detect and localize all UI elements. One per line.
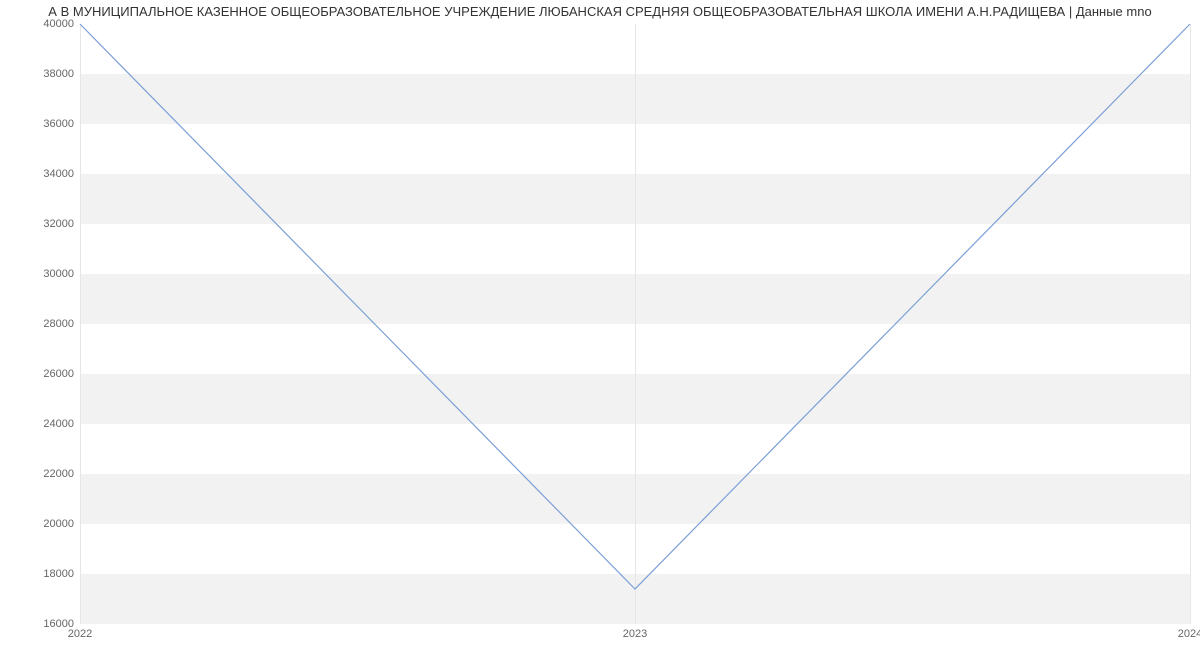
y-tick-label: 22000 bbox=[14, 468, 74, 480]
x-tick-label: 2022 bbox=[68, 628, 92, 640]
y-tick-label: 36000 bbox=[14, 118, 74, 130]
y-tick-label: 20000 bbox=[14, 518, 74, 530]
y-tick-label: 38000 bbox=[14, 68, 74, 80]
x-tick-label: 2023 bbox=[623, 628, 647, 640]
y-tick-label: 32000 bbox=[14, 218, 74, 230]
data-line bbox=[80, 24, 1190, 589]
y-tick-label: 34000 bbox=[14, 168, 74, 180]
grid-vline bbox=[1190, 24, 1191, 624]
y-tick-label: 30000 bbox=[14, 268, 74, 280]
chart-title: А В МУНИЦИПАЛЬНОЕ КАЗЕННОЕ ОБЩЕОБРАЗОВАТ… bbox=[0, 4, 1200, 19]
y-tick-label: 16000 bbox=[14, 618, 74, 630]
line-series bbox=[80, 24, 1190, 624]
plot-area bbox=[80, 24, 1190, 624]
y-tick-label: 28000 bbox=[14, 318, 74, 330]
y-tick-label: 24000 bbox=[14, 418, 74, 430]
y-tick-label: 26000 bbox=[14, 368, 74, 380]
y-tick-label: 40000 bbox=[14, 18, 74, 30]
y-tick-label: 18000 bbox=[14, 568, 74, 580]
x-tick-label: 2024 bbox=[1178, 628, 1200, 640]
